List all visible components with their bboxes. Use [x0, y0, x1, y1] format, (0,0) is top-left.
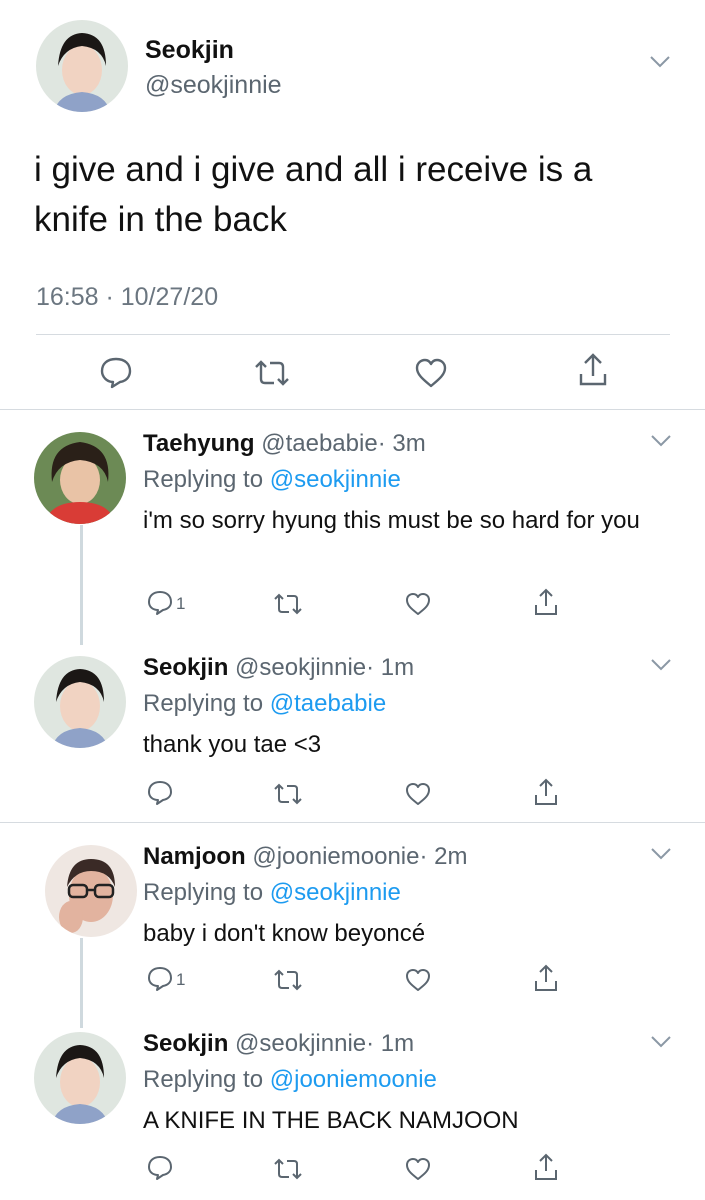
reply-time: · 1m [366, 654, 415, 681]
avatar-seokjin[interactable] [34, 656, 126, 748]
mention-link[interactable]: @seokjinnie [270, 879, 401, 906]
author-handle[interactable]: @jooniemoonie [252, 843, 419, 870]
share-button[interactable] [533, 1152, 559, 1182]
like-button[interactable] [413, 357, 449, 389]
reply-header: Taehyung @taebabie· 3m [143, 430, 426, 458]
share-button[interactable] [576, 352, 610, 388]
reply-text: baby i don't know beyoncé [143, 920, 426, 947]
like-button[interactable] [404, 781, 432, 807]
share-button[interactable] [533, 777, 559, 807]
chevron-down-icon[interactable] [650, 658, 672, 672]
reply-count: 1 [176, 970, 186, 989]
author-handle[interactable]: @seokjinnie [235, 1030, 366, 1057]
replying-label: Replying to [143, 466, 264, 493]
reply-count: 1 [176, 594, 186, 613]
retweet-button[interactable] [252, 357, 292, 389]
avatar-seokjin[interactable] [36, 20, 128, 112]
reply-button[interactable] [98, 355, 134, 389]
replying-label: Replying to [143, 690, 264, 717]
reply-time: · 3m [377, 430, 426, 457]
mention-link[interactable]: @taebabie [270, 690, 386, 717]
retweet-button[interactable] [272, 1156, 304, 1182]
reply-text: i'm so sorry hyung this must be so hard … [143, 507, 640, 534]
replying-to: Replying to @seokjinnie [143, 879, 401, 907]
thread-connector [80, 938, 83, 1028]
chevron-down-icon[interactable] [650, 1035, 672, 1049]
reply-header: Seokjin @seokjinnie· 1m [143, 654, 414, 682]
retweet-button[interactable] [272, 591, 304, 617]
chevron-down-icon[interactable] [650, 847, 672, 861]
replying-to: Replying to @seokjinnie [143, 466, 401, 494]
like-button[interactable] [404, 967, 432, 993]
author-name[interactable]: Seokjin [145, 36, 234, 65]
share-button[interactable] [533, 963, 559, 993]
reply-text: thank you tae <3 [143, 731, 322, 758]
reply-text: A KNIFE IN THE BACK NAMJOON [143, 1107, 519, 1134]
reply-header: Seokjin @seokjinnie· 1m [143, 1030, 414, 1058]
divider [0, 409, 705, 410]
share-button[interactable] [533, 587, 559, 617]
replying-label: Replying to [143, 1066, 264, 1093]
chevron-down-icon[interactable] [650, 434, 672, 448]
reply-button[interactable] [146, 589, 174, 617]
divider [36, 334, 670, 335]
author-handle[interactable]: @seokjinnie [235, 654, 366, 681]
reply-button[interactable] [146, 779, 174, 807]
divider [0, 822, 705, 823]
retweet-button[interactable] [272, 781, 304, 807]
reply-time: · 1m [366, 1030, 415, 1057]
author-name[interactable]: Seokjin [143, 654, 228, 681]
reply-header: Namjoon @jooniemoonie· 2m [143, 843, 467, 871]
tweet-text: i give and i give and all i receive is a… [34, 150, 593, 239]
like-button[interactable] [404, 591, 432, 617]
reply-time: · 2m [419, 843, 468, 870]
author-name[interactable]: Taehyung [143, 430, 255, 457]
chevron-down-icon[interactable] [648, 54, 672, 70]
avatar-taehyung[interactable] [34, 432, 126, 524]
replying-to: Replying to @taebabie [143, 690, 386, 718]
retweet-button[interactable] [272, 967, 304, 993]
replying-to: Replying to @jooniemoonie [143, 1066, 437, 1094]
author-handle[interactable]: @seokjinnie [145, 71, 282, 100]
like-button[interactable] [404, 1156, 432, 1182]
replying-label: Replying to [143, 879, 264, 906]
reply-button[interactable] [146, 965, 174, 993]
reply-button[interactable] [146, 1154, 174, 1182]
author-name[interactable]: Namjoon [143, 843, 246, 870]
mention-link[interactable]: @seokjinnie [270, 466, 401, 493]
mention-link[interactable]: @jooniemoonie [270, 1066, 437, 1093]
author-handle[interactable]: @taebabie [261, 430, 377, 457]
author-name[interactable]: Seokjin [143, 1030, 228, 1057]
avatar-seokjin[interactable] [34, 1032, 126, 1124]
tweet-timestamp[interactable]: 16:58 · 10/27/20 [36, 283, 218, 312]
avatar-namjoon[interactable] [45, 845, 137, 937]
thread-connector [80, 525, 83, 645]
